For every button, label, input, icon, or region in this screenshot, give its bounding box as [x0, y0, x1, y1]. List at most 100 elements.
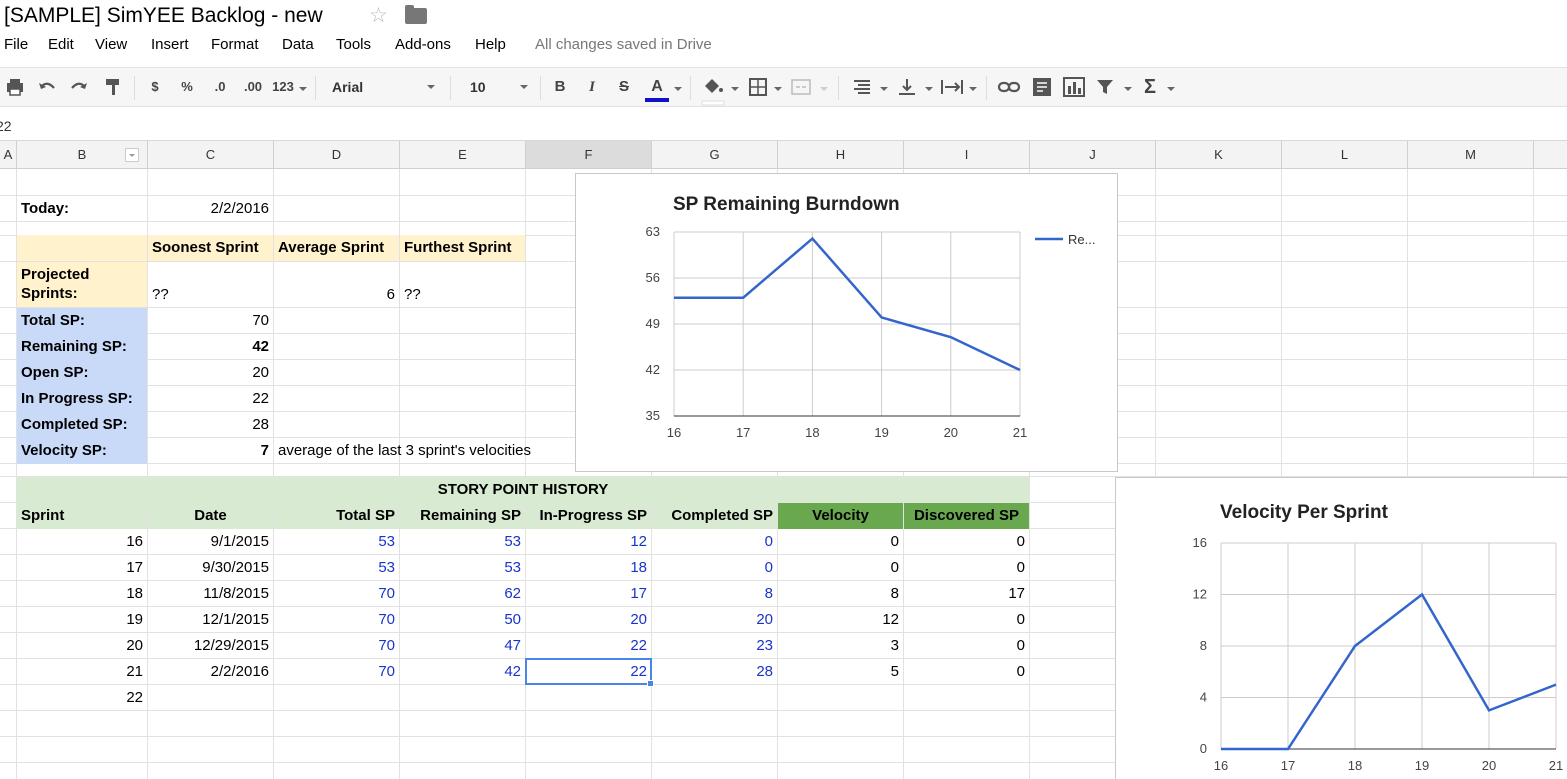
history-cell-sprint[interactable]: 18: [17, 581, 147, 607]
bold-button[interactable]: B: [552, 76, 568, 98]
history-cell-completed-sp[interactable]: 0: [652, 555, 777, 581]
column-header-j[interactable]: J: [1030, 141, 1156, 169]
folder-icon[interactable]: [405, 5, 427, 24]
insert-chart-icon[interactable]: [1062, 76, 1086, 98]
more-formats-button[interactable]: 123: [270, 76, 296, 98]
menu-addons[interactable]: Add-ons: [395, 36, 451, 53]
column-header-b[interactable]: B: [17, 141, 148, 169]
decrease-decimal-button[interactable]: .0: [208, 76, 232, 98]
history-cell-velocity[interactable]: 5: [778, 659, 903, 685]
history-cell-completed-sp[interactable]: 23: [652, 633, 777, 659]
history-cell-remaining-sp[interactable]: 50: [400, 607, 525, 633]
insert-comment-icon[interactable]: [1031, 76, 1053, 98]
column-header-l[interactable]: L: [1282, 141, 1408, 169]
currency-button[interactable]: $: [148, 76, 162, 98]
history-cell-sprint[interactable]: 16: [17, 529, 147, 555]
history-cell-remaining-sp[interactable]: 47: [400, 633, 525, 659]
history-cell-remaining-sp[interactable]: 62: [400, 581, 525, 607]
text-color-button[interactable]: A: [645, 76, 669, 102]
document-title[interactable]: [SAMPLE] SimYEE Backlog - new: [4, 4, 323, 28]
history-cell-sprint[interactable]: 21: [17, 659, 147, 685]
history-cell-completed-sp[interactable]: 28: [652, 659, 777, 685]
horizontal-align-icon[interactable]: [852, 76, 872, 98]
column-header-k[interactable]: K: [1156, 141, 1282, 169]
history-cell-total-sp[interactable]: 70: [274, 659, 399, 685]
velocity-note[interactable]: average of the last 3 sprint's velocitie…: [274, 438, 574, 464]
history-cell-in-progress-sp[interactable]: 12: [526, 529, 651, 555]
history-cell-total-sp[interactable]: 70: [274, 633, 399, 659]
history-cell-discovered-sp[interactable]: 0: [904, 529, 1029, 555]
projected-average-value[interactable]: 6: [274, 282, 399, 308]
filter-dropdown-icon[interactable]: [125, 148, 139, 162]
filter-icon[interactable]: [1095, 76, 1115, 98]
history-cell-sprint[interactable]: 17: [17, 555, 147, 581]
column-header-h[interactable]: H: [778, 141, 904, 169]
formula-bar[interactable]: 22: [0, 108, 1567, 141]
history-cell-velocity[interactable]: 3: [778, 633, 903, 659]
burndown-chart[interactable]: SP Remaining Burndown 35 42 49 56 63 16 17 18 19 2…: [575, 173, 1118, 472]
history-cell-remaining-sp[interactable]: 53: [400, 529, 525, 555]
selected-cell-outline[interactable]: [525, 658, 652, 685]
menu-format[interactable]: Format: [211, 36, 259, 53]
history-cell-completed-sp[interactable]: 20: [652, 607, 777, 633]
history-cell-discovered-sp[interactable]: 17: [904, 581, 1029, 607]
history-cell-velocity[interactable]: 0: [778, 555, 903, 581]
total-sp-value[interactable]: 70: [148, 308, 273, 334]
star-icon[interactable]: ☆: [369, 3, 388, 28]
font-family-select[interactable]: Arial: [332, 76, 435, 98]
history-cell-remaining-sp[interactable]: [400, 685, 525, 711]
column-header-m[interactable]: M: [1408, 141, 1534, 169]
velocity-chart[interactable]: Velocity Per Sprint 0 4 8 12 16 16 17 18 19 20 21: [1115, 477, 1567, 779]
history-cell-discovered-sp[interactable]: 0: [904, 555, 1029, 581]
history-cell-total-sp[interactable]: 70: [274, 607, 399, 633]
remaining-sp-value[interactable]: 42: [148, 334, 273, 360]
menu-insert[interactable]: Insert: [151, 36, 189, 53]
increase-decimal-button[interactable]: .00: [240, 76, 266, 98]
history-cell-date[interactable]: 11/8/2015: [148, 581, 273, 607]
history-cell-discovered-sp[interactable]: 0: [904, 633, 1029, 659]
redo-icon[interactable]: [69, 76, 89, 98]
history-cell-in-progress-sp[interactable]: 22: [526, 633, 651, 659]
percent-button[interactable]: %: [179, 76, 195, 98]
merge-cells-icon[interactable]: [790, 76, 812, 98]
history-cell-velocity[interactable]: 8: [778, 581, 903, 607]
history-cell-completed-sp[interactable]: 8: [652, 581, 777, 607]
column-header-g[interactable]: G: [652, 141, 778, 169]
history-cell-in-progress-sp[interactable]: 20: [526, 607, 651, 633]
history-cell-discovered-sp[interactable]: 0: [904, 659, 1029, 685]
menu-tools[interactable]: Tools: [336, 36, 371, 53]
paint-format-icon[interactable]: [103, 76, 123, 98]
history-cell-date[interactable]: 12/1/2015: [148, 607, 273, 633]
history-cell-in-progress-sp[interactable]: 18: [526, 555, 651, 581]
italic-button[interactable]: I: [584, 76, 600, 98]
in-progress-sp-value[interactable]: 22: [148, 386, 273, 412]
history-cell-total-sp[interactable]: 53: [274, 529, 399, 555]
open-sp-value[interactable]: 20: [148, 360, 273, 386]
vertical-align-icon[interactable]: [897, 76, 917, 98]
history-cell-discovered-sp[interactable]: 0: [904, 607, 1029, 633]
history-cell-completed-sp[interactable]: [652, 685, 777, 711]
column-header-e[interactable]: E: [400, 141, 526, 169]
history-cell-remaining-sp[interactable]: 42: [400, 659, 525, 685]
history-cell-discovered-sp[interactable]: [904, 685, 1029, 711]
history-cell-date[interactable]: 12/29/2015: [148, 633, 273, 659]
borders-icon[interactable]: [748, 76, 768, 98]
projected-soonest-value[interactable]: ??: [148, 282, 273, 308]
history-cell-remaining-sp[interactable]: 53: [400, 555, 525, 581]
column-header-a[interactable]: A: [0, 141, 17, 169]
today-value[interactable]: 2/2/2016: [148, 196, 273, 222]
history-cell-sprint[interactable]: 19: [17, 607, 147, 633]
column-header-i[interactable]: I: [904, 141, 1030, 169]
functions-button[interactable]: Σ: [1140, 76, 1160, 98]
menu-file[interactable]: File: [4, 36, 28, 53]
history-cell-completed-sp[interactable]: 0: [652, 529, 777, 555]
history-cell-velocity[interactable]: [778, 685, 903, 711]
completed-sp-value[interactable]: 28: [148, 412, 273, 438]
menu-edit[interactable]: Edit: [48, 36, 74, 53]
print-icon[interactable]: [5, 76, 25, 98]
velocity-sp-value[interactable]: 7: [148, 438, 273, 464]
insert-link-icon[interactable]: [997, 76, 1021, 98]
history-cell-sprint[interactable]: 22: [17, 685, 147, 711]
column-header-n[interactable]: [1534, 141, 1567, 169]
column-header-f[interactable]: F: [526, 141, 652, 169]
